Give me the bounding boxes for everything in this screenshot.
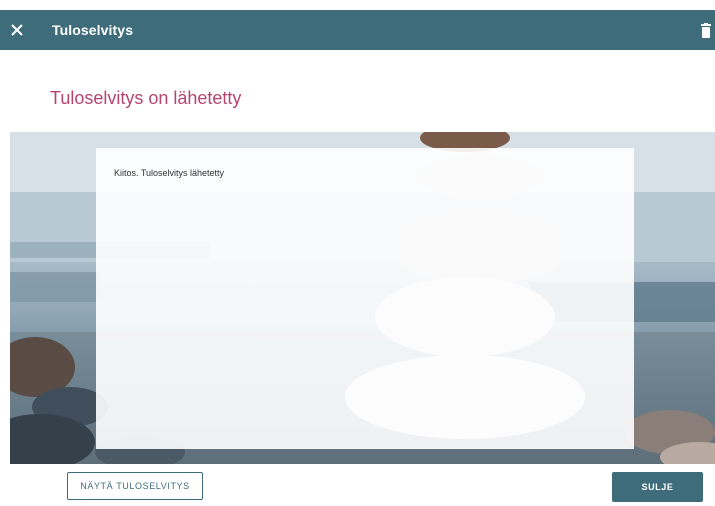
close-dialog-button[interactable]: SULJE [612, 472, 703, 502]
message-panel: Kiitos. Tuloselvitys lähetetty [96, 148, 634, 449]
page-subtitle: Tuloselvitys on lähetetty [50, 88, 242, 108]
dialog-title: Tuloselvitys [52, 22, 134, 38]
close-button[interactable] [7, 19, 27, 41]
trash-icon [701, 23, 711, 38]
delete-button[interactable] [700, 23, 712, 39]
dialog-header: Tuloselvitys [0, 10, 715, 50]
confirmation-message: Kiitos. Tuloselvitys lähetetty [114, 168, 225, 178]
top-strip [0, 0, 715, 10]
show-report-button[interactable]: NÄYTÄ TULOSELVITYS [67, 472, 203, 500]
close-icon [11, 24, 23, 36]
